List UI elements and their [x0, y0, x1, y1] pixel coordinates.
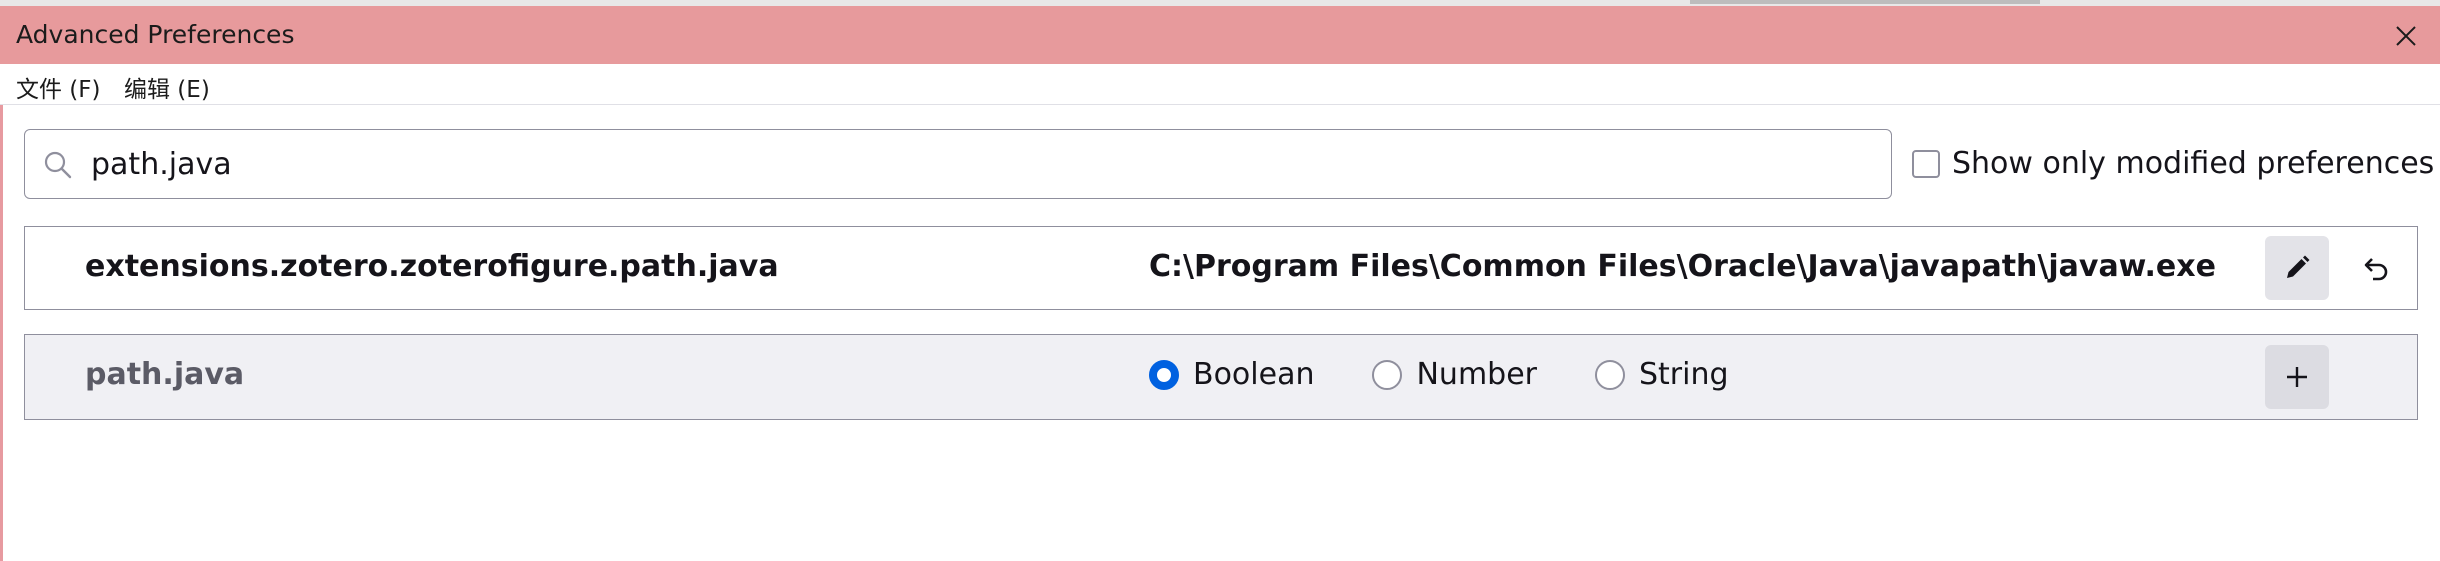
- edit-pref-button[interactable]: [2265, 236, 2329, 300]
- add-pref-button[interactable]: [2265, 345, 2329, 409]
- window-left-border: [0, 64, 3, 561]
- search-box: [24, 129, 1892, 199]
- advanced-preferences-window: Advanced Preferences 文件 (F) 编辑 (E) Show …: [0, 0, 2440, 561]
- pref-row[interactable]: extensions.zotero.zoterofigure.path.java…: [24, 226, 2418, 310]
- pencil-icon: [2287, 255, 2310, 278]
- pref-value: C:\Program Files\Common Files\Oracle\Jav…: [1149, 249, 2216, 284]
- radio-label-number: Number: [1416, 357, 1537, 392]
- pref-type-radio-group: Boolean Number String: [1149, 357, 1787, 392]
- search-input[interactable]: [89, 138, 1873, 190]
- radio-label-string: String: [1639, 357, 1729, 392]
- reset-pref-button[interactable]: [2343, 236, 2407, 300]
- radio-option-number[interactable]: Number: [1372, 357, 1537, 392]
- plus-icon: [2287, 367, 2307, 387]
- radio-option-boolean[interactable]: Boolean: [1149, 357, 1314, 392]
- show-modified-checkbox[interactable]: [1912, 149, 1940, 178]
- radio-option-string[interactable]: String: [1595, 357, 1729, 392]
- show-modified-toggle[interactable]: Show only modified preferences: [1912, 146, 2434, 181]
- new-pref-row: path.java Boolean Number String: [24, 334, 2418, 420]
- close-button[interactable]: [2386, 16, 2426, 56]
- undo-icon: [2364, 258, 2388, 281]
- radio-string[interactable]: [1595, 359, 1625, 390]
- menu-edit[interactable]: 编辑 (E): [124, 70, 210, 104]
- pref-name: extensions.zotero.zoterofigure.path.java: [85, 249, 779, 284]
- menu-file[interactable]: 文件 (F): [16, 70, 101, 104]
- window-title: Advanced Preferences: [16, 20, 295, 49]
- radio-label-boolean: Boolean: [1193, 357, 1315, 392]
- title-bar: Advanced Preferences: [0, 6, 2440, 64]
- close-icon: [2396, 26, 2416, 46]
- new-pref-name: path.java: [85, 357, 245, 392]
- radio-boolean[interactable]: [1149, 359, 1179, 390]
- search-icon: [44, 151, 72, 179]
- radio-number[interactable]: [1372, 359, 1403, 390]
- background-window-edge: [1690, 0, 2040, 4]
- menu-bar: 文件 (F) 编辑 (E): [0, 64, 2440, 105]
- show-modified-label: Show only modified preferences: [1952, 146, 2435, 181]
